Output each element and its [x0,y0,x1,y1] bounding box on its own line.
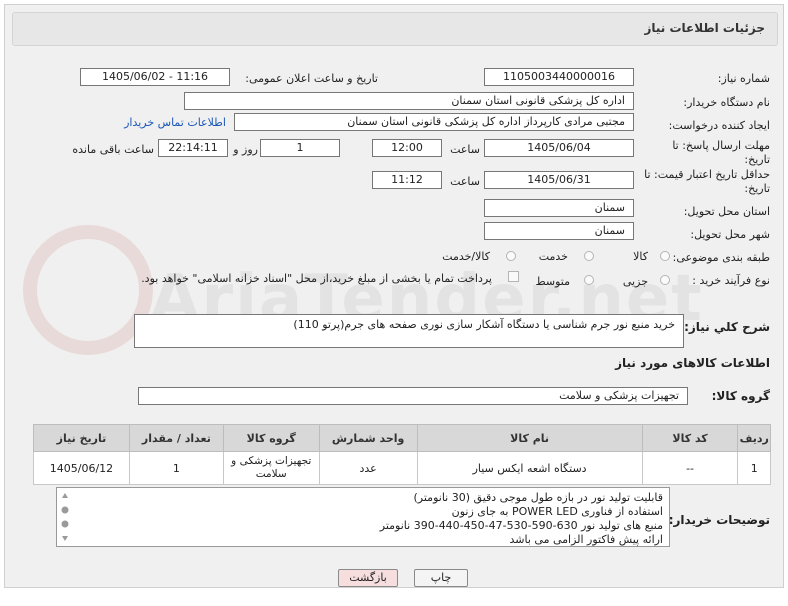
process-minor-label: جزیی [622,275,648,288]
treasury-payment-checkbox[interactable] [508,271,519,282]
category-service-label: خدمت [538,250,568,263]
validity-time-label: ساعت [450,175,480,188]
back-button[interactable]: بازگشت [338,569,398,587]
province-field: سمنان [484,199,634,217]
city-field: سمنان [484,222,634,240]
scroll-thumb[interactable] [61,520,69,528]
category-both-radio[interactable] [506,251,516,261]
province-label: استان محل تحویل: [683,205,770,218]
category-both-label: کالا/خدمت [442,250,490,263]
col-row: ردیف [737,424,771,452]
need-number-label: شماره نیاز: [717,72,770,85]
buyer-notes-textarea[interactable]: قابلیت تولید نور در بازه طول موجی دقیق (… [56,487,670,547]
deadline-label: مهلت ارسال پاسخ: تا تاریخ: [672,139,770,166]
summary-textarea[interactable]: خرید منبع نور جرم شناسی یا دستگاه آشکار … [134,314,684,348]
validity-date-field: 1405/06/31 [484,171,634,189]
col-code: کد کالا [641,424,739,452]
scroll-thumb[interactable] [61,506,69,514]
process-medium-label: متوسط [535,275,570,288]
col-unit: واحد شمارش [318,424,418,452]
scroll-up-icon[interactable] [62,493,68,498]
announce-field: 1405/06/02 - 11:16 [80,68,230,86]
buyer-contact-link[interactable]: اطلاعات تماس خریدار [124,116,226,129]
cell-code: -- [641,451,739,485]
buyer-notes-line: ارائه پیش فاکتور الزامی می باشد [509,533,664,546]
goods-group-field: تجهیزات پزشکی و سلامت [138,387,688,405]
col-date: تاریخ نیاز [33,424,130,452]
scroll-down-icon[interactable] [62,536,68,541]
page-header: جزئیات اطلاعات نیاز [12,12,778,46]
process-minor-radio[interactable] [660,275,670,285]
cell-name: دستگاه اشعه ایکس سیار [416,451,643,485]
category-goods-label: کالا [633,250,648,263]
remaining-days-field: 1 [260,139,340,157]
category-goods-radio[interactable] [660,251,670,261]
cell-unit: عدد [318,451,418,485]
buyer-org-label: نام دستگاه خریدار: [683,96,770,109]
items-table: ردیف کد کالا نام کالا واحد شمارش گروه کا… [33,424,771,485]
col-qty: تعداد / مقدار [128,424,224,452]
goods-group-label: گروه کالا: [711,389,770,403]
buyer-notes-line: منبع های تولید نور 630-590-530-47-450-44… [379,519,663,532]
buyer-notes-line: استفاده از فناوری POWER LED به جای زنون [451,505,663,518]
city-label: شهر محل تحویل: [690,228,770,241]
creator-label: ایجاد کننده درخواست: [668,119,770,132]
deadline-time-field: 12:00 [372,139,442,157]
announce-label: تاریخ و ساعت اعلان عمومی: [245,72,378,85]
cell-qty: 1 [128,451,224,485]
deadline-time-label: ساعت [450,143,480,156]
table-header-row: ردیف کد کالا نام کالا واحد شمارش گروه کا… [33,424,771,452]
col-group: گروه کالا [222,424,320,452]
deadline-date-field: 1405/06/04 [484,139,634,157]
summary-label: شرح کلي نياز: [684,320,770,334]
validity-time-field: 11:12 [372,171,442,189]
buyer-notes-label: توضیحات خریدار: [668,513,770,527]
category-label: طبقه بندی موضوعی: [672,251,770,264]
col-name: نام کالا [416,424,643,452]
validity-label: حداقل تاریخ اعتبار قیمت: تا تاریخ: [644,168,770,195]
remaining-label: ساعت باقی مانده [72,143,154,156]
buyer-org-field: اداره کل پزشکی قانونی استان سمنان [184,92,634,110]
notes-scrollbar[interactable] [58,489,72,545]
need-number-field: 1105003440000016 [484,68,634,86]
goods-section-title: اطلاعات کالاهای مورد نیاز [615,356,770,370]
buyer-notes-line: قابلیت تولید نور در بازه طول موجی دقیق (… [413,491,664,504]
process-medium-radio[interactable] [584,275,594,285]
days-label: روز و [233,143,258,156]
treasury-payment-note: پرداخت تمام یا بخشی از مبلغ خرید،از محل … [141,272,492,285]
print-button[interactable]: چاپ [414,569,468,587]
process-label: نوع فرآیند خرید : [692,274,770,287]
category-service-radio[interactable] [584,251,594,261]
page-title: جزئیات اطلاعات نیاز [644,21,765,35]
remaining-time-field: 22:14:11 [158,139,228,157]
cell-group: تجهیزات پزشکی و سلامت [222,451,320,485]
creator-field: مجتبی مرادی کارپرداز اداره کل پزشکی قانو… [234,113,634,131]
cell-row: 1 [737,451,771,485]
table-row: 1 -- دستگاه اشعه ایکس سیار عدد تجهیزات پ… [33,451,771,485]
cell-date: 1405/06/12 [33,451,130,485]
